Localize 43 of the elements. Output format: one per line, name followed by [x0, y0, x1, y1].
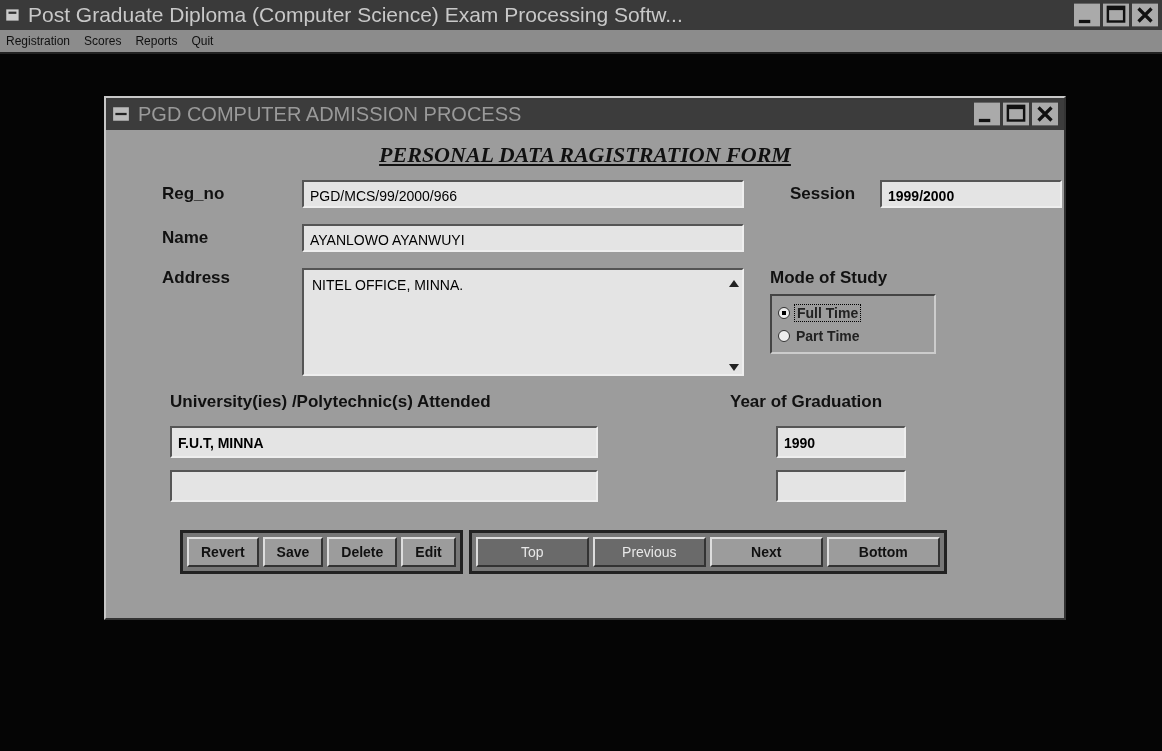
field-label: Address	[162, 268, 232, 288]
radio-option[interactable]: Part Time	[778, 328, 928, 344]
column-heading: University(ies) /Polytechnic(s) Attended	[170, 392, 492, 412]
menu-item[interactable]: Scores	[84, 34, 122, 48]
field-value: NITEL OFFICE, MINNA.	[312, 276, 464, 295]
group-label: Mode of Study	[770, 268, 889, 288]
text-field[interactable]: 1999/2000	[880, 180, 1062, 208]
close-icon[interactable]	[1132, 3, 1158, 27]
close-icon[interactable]	[1032, 102, 1058, 126]
minimize-icon[interactable]	[1074, 3, 1100, 27]
command-button[interactable]: Delete	[327, 537, 398, 567]
window-title: PGD COMPUTER ADMISSION PROCESS	[138, 102, 523, 126]
command-button[interactable]: Bottom	[826, 537, 940, 567]
maximize-icon[interactable]	[1003, 102, 1029, 126]
window-menu-icon[interactable]	[112, 106, 130, 122]
field-label: Reg_no	[162, 184, 226, 204]
menu-item[interactable]: Reports	[135, 34, 178, 48]
text-field[interactable]: 1990	[776, 426, 906, 458]
maximize-icon[interactable]	[1103, 3, 1129, 27]
address-field[interactable]: NITEL OFFICE, MINNA.	[302, 268, 744, 376]
form-heading: PERSONAL DATA RAGISTRATION FORM	[378, 142, 793, 168]
radio-option[interactable]: Full Time	[778, 304, 928, 322]
radio-button[interactable]	[778, 307, 790, 319]
menu-item[interactable]: Registration	[6, 34, 71, 48]
field-label: Name	[162, 228, 210, 248]
text-field[interactable]	[170, 470, 598, 502]
text-field[interactable]: F.U.T, MINNA	[170, 426, 598, 458]
column-heading: Year of Graduation	[730, 392, 883, 412]
command-button[interactable]: Revert	[187, 537, 259, 567]
option-label: Full Time	[794, 304, 862, 322]
command-button[interactable]: Edit	[401, 537, 456, 567]
text-field[interactable]	[776, 470, 906, 502]
app-icon	[4, 7, 22, 23]
option-label: Part Time	[795, 328, 861, 344]
text-field[interactable]: PGD/MCS/99/2000/966	[302, 180, 744, 208]
menu-item[interactable]: Quit	[191, 34, 214, 48]
radio-button[interactable]	[778, 330, 790, 342]
window-title: Post Graduate Diploma (Computer Science) Exam Processing Softw...	[28, 3, 684, 27]
command-button[interactable]: Next	[709, 537, 823, 567]
command-button[interactable]: Save	[262, 537, 324, 567]
minimize-icon[interactable]	[974, 102, 1000, 126]
field-label: Session	[790, 184, 857, 204]
text-field[interactable]: AYANLOWO AYANWUYI	[302, 224, 744, 252]
